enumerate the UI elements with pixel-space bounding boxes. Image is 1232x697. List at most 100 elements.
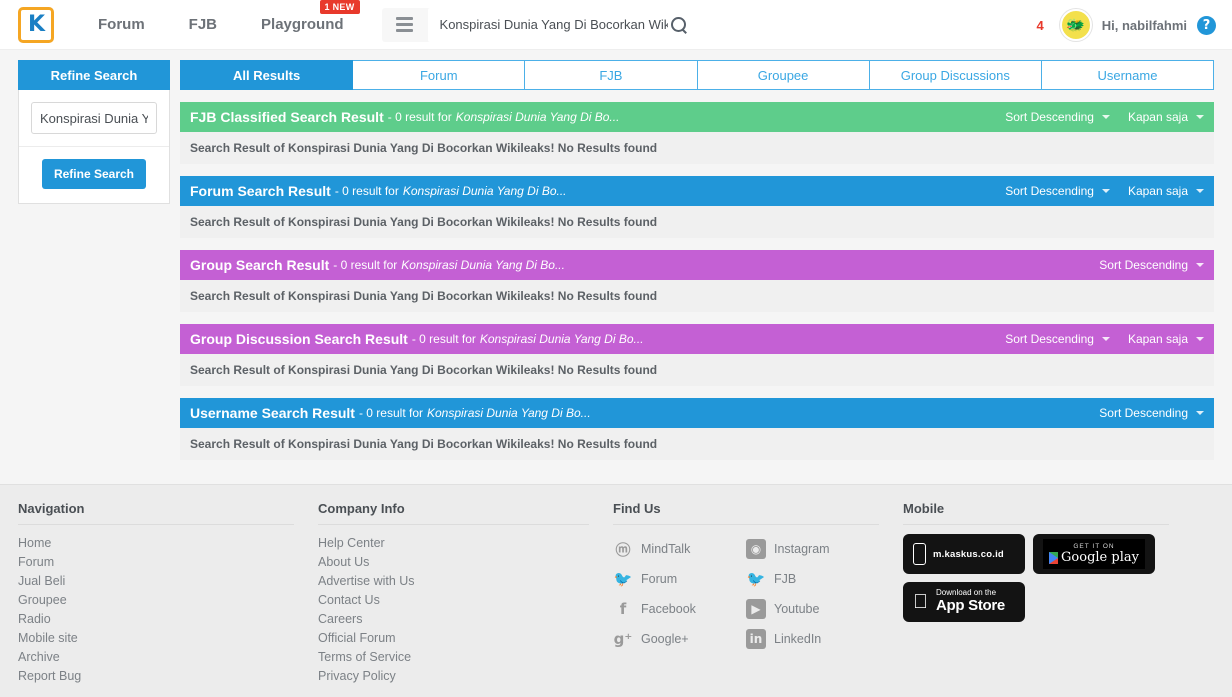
footer-link-jual-beli[interactable]: Jual Beli [18,572,294,591]
google-play-badge[interactable]: GET IT ON Google play [1033,534,1155,574]
facebook-icon: f [619,600,627,618]
result-title: Username Search Result [190,405,355,421]
divider [903,524,1169,525]
twitter-icon: 🐦 [746,570,766,588]
nav-item-forum[interactable]: Forum [76,16,167,33]
chevron-down-icon [1101,189,1110,193]
tab-groupee[interactable]: Groupee [697,60,870,90]
tab-group-discussions[interactable]: Group Discussions [869,60,1042,90]
footer-link-careers[interactable]: Careers [318,610,589,629]
sort-dropdown[interactable]: Sort Descending [1099,258,1204,272]
footer-link-groupee[interactable]: Groupee [18,591,294,610]
result-query: Konspirasi Dunia Yang Di Bo... [402,184,567,198]
search-input[interactable] [437,16,670,33]
result-title: Forum Search Result [190,183,331,199]
footer-link-contact-us[interactable]: Contact Us [318,591,589,610]
result-tabs: All Results Forum FJB Groupee Group Disc… [180,60,1215,90]
result-block-forum: Forum Search Result - 0 result for Konsp… [180,176,1214,238]
user-greeting[interactable]: Hi, nabilfahmi [1102,18,1187,33]
refine-sidebar: Refine Search Refine Search [18,60,170,204]
social-link-linkedin[interactable]: in LinkedIn [746,624,879,654]
refine-search-input[interactable] [31,102,157,134]
time-dropdown[interactable]: Kapan saja [1128,184,1204,198]
refine-search-button[interactable]: Refine Search [41,159,147,189]
refine-search-card: Refine Search [18,90,170,204]
header-right-group: 4 🐲 Hi, nabilfahmi ? [1030,0,1216,50]
tab-fjb[interactable]: FJB [525,60,698,90]
mindtalk-icon: ⓜ [615,540,631,559]
sort-dropdown[interactable]: Sort Descending [1005,184,1110,198]
social-link-facebook[interactable]: f Facebook [613,594,746,624]
footer-company-column: Company Info Help Center About Us Advert… [318,501,613,697]
social-link-twitter-fjb[interactable]: 🐦 FJB [746,564,879,594]
sort-dropdown[interactable]: Sort Descending [1005,332,1110,346]
sort-dropdown[interactable]: Sort Descending [1005,110,1110,124]
kaskus-logo[interactable]: K [18,6,54,43]
social-link-googleplus[interactable]: g⁺ Google+ [613,624,746,654]
sort-dropdown[interactable]: Sort Descending [1099,406,1204,420]
social-link-mindtalk[interactable]: ⓜ MindTalk [613,534,746,564]
app-store-text: Download on the App Store [936,589,1005,614]
footer-navigation-column: Navigation Home Forum Jual Beli Groupee … [18,501,318,697]
app-store-badge[interactable]:  Download on the App Store [903,582,1025,622]
social-label: Google+ [641,632,689,646]
social-label: Youtube [774,602,820,616]
instagram-icon: ◉ [746,539,766,559]
nav-item-label: FJB [188,16,218,33]
footer-link-radio[interactable]: Radio [18,610,294,629]
content-row: Refine Search Refine Search All Results … [0,60,1232,460]
footer-section-title: Company Info [318,501,405,516]
burger-line [396,29,414,32]
footer-link-home[interactable]: Home [18,534,294,553]
social-link-instagram[interactable]: ◉ Instagram [746,534,879,564]
social-link-twitter-forum[interactable]: 🐦 Forum [613,564,746,594]
social-label: MindTalk [641,542,691,556]
burger-line [396,23,414,26]
result-body-text: Search Result of Konspirasi Dunia Yang D… [180,280,1214,312]
mobile-site-label: m.kaskus.co.id [933,548,1004,560]
nav-item-fjb[interactable]: FJB [167,16,239,33]
footer-link-forum[interactable]: Forum [18,553,294,572]
chevron-down-icon [1101,337,1110,341]
top-header: K Forum FJB Playground 1 NEW 4 🐲 Hi, nab… [0,0,1232,50]
footer-link-advertise[interactable]: Advertise with Us [318,572,589,591]
time-label: Kapan saja [1127,110,1188,124]
avatar[interactable]: 🐲 [1059,9,1092,41]
search-bar [381,7,700,42]
time-dropdown[interactable]: Kapan saja [1128,332,1204,346]
result-title: FJB Classified Search Result [190,109,384,125]
footer-link-about-us[interactable]: About Us [318,553,589,572]
footer-link-mobile-site[interactable]: Mobile site [18,629,294,648]
mobile-site-badge[interactable]: m.kaskus.co.id [903,534,1025,574]
footer-link-official-forum[interactable]: Official Forum [318,629,589,648]
social-label: Facebook [641,602,696,616]
social-link-youtube[interactable]: ▶ Youtube [746,594,879,624]
menu-burger-icon[interactable] [382,8,428,42]
chevron-down-icon [1196,337,1204,341]
result-query: Konspirasi Dunia Yang Di Bo... [427,406,591,420]
result-body-text: Search Result of Konspirasi Dunia Yang D… [180,428,1214,460]
footer-link-archive[interactable]: Archive [18,648,294,667]
footer-link-privacy[interactable]: Privacy Policy [318,667,589,686]
time-dropdown[interactable]: Kapan saja [1128,110,1204,124]
notification-count-badge[interactable]: 4 [1030,15,1050,35]
footer-link-help-center[interactable]: Help Center [318,534,589,553]
youtube-icon: ▶ [746,599,766,619]
footer-link-report-bug[interactable]: Report Bug [18,667,294,686]
result-count: - 0 result for [411,332,476,346]
new-badge: 1 NEW [319,0,360,14]
footer-link-terms[interactable]: Terms of Service [318,648,589,667]
help-icon[interactable]: ? [1197,15,1216,35]
refine-search-header[interactable]: Refine Search [18,60,170,90]
result-title: Group Discussion Search Result [190,331,408,347]
tab-username[interactable]: Username [1041,60,1215,90]
search-icon[interactable] [670,16,688,34]
tab-all-results[interactable]: All Results [180,60,354,90]
footer-mobile-column: Mobile m.kaskus.co.id GET IT ON Google p… [903,501,1193,697]
social-links-grid: ⓜ MindTalk ◉ Instagram 🐦 Forum 🐦 FJB f F… [613,534,879,654]
burger-line [396,17,414,20]
tab-forum[interactable]: Forum [353,60,526,90]
footer-find-us-column: Find Us ⓜ MindTalk ◉ Instagram 🐦 Forum 🐦 [613,501,903,697]
nav-item-playground[interactable]: Playground 1 NEW [239,0,366,33]
google-play-inner: GET IT ON Google play [1043,539,1145,569]
